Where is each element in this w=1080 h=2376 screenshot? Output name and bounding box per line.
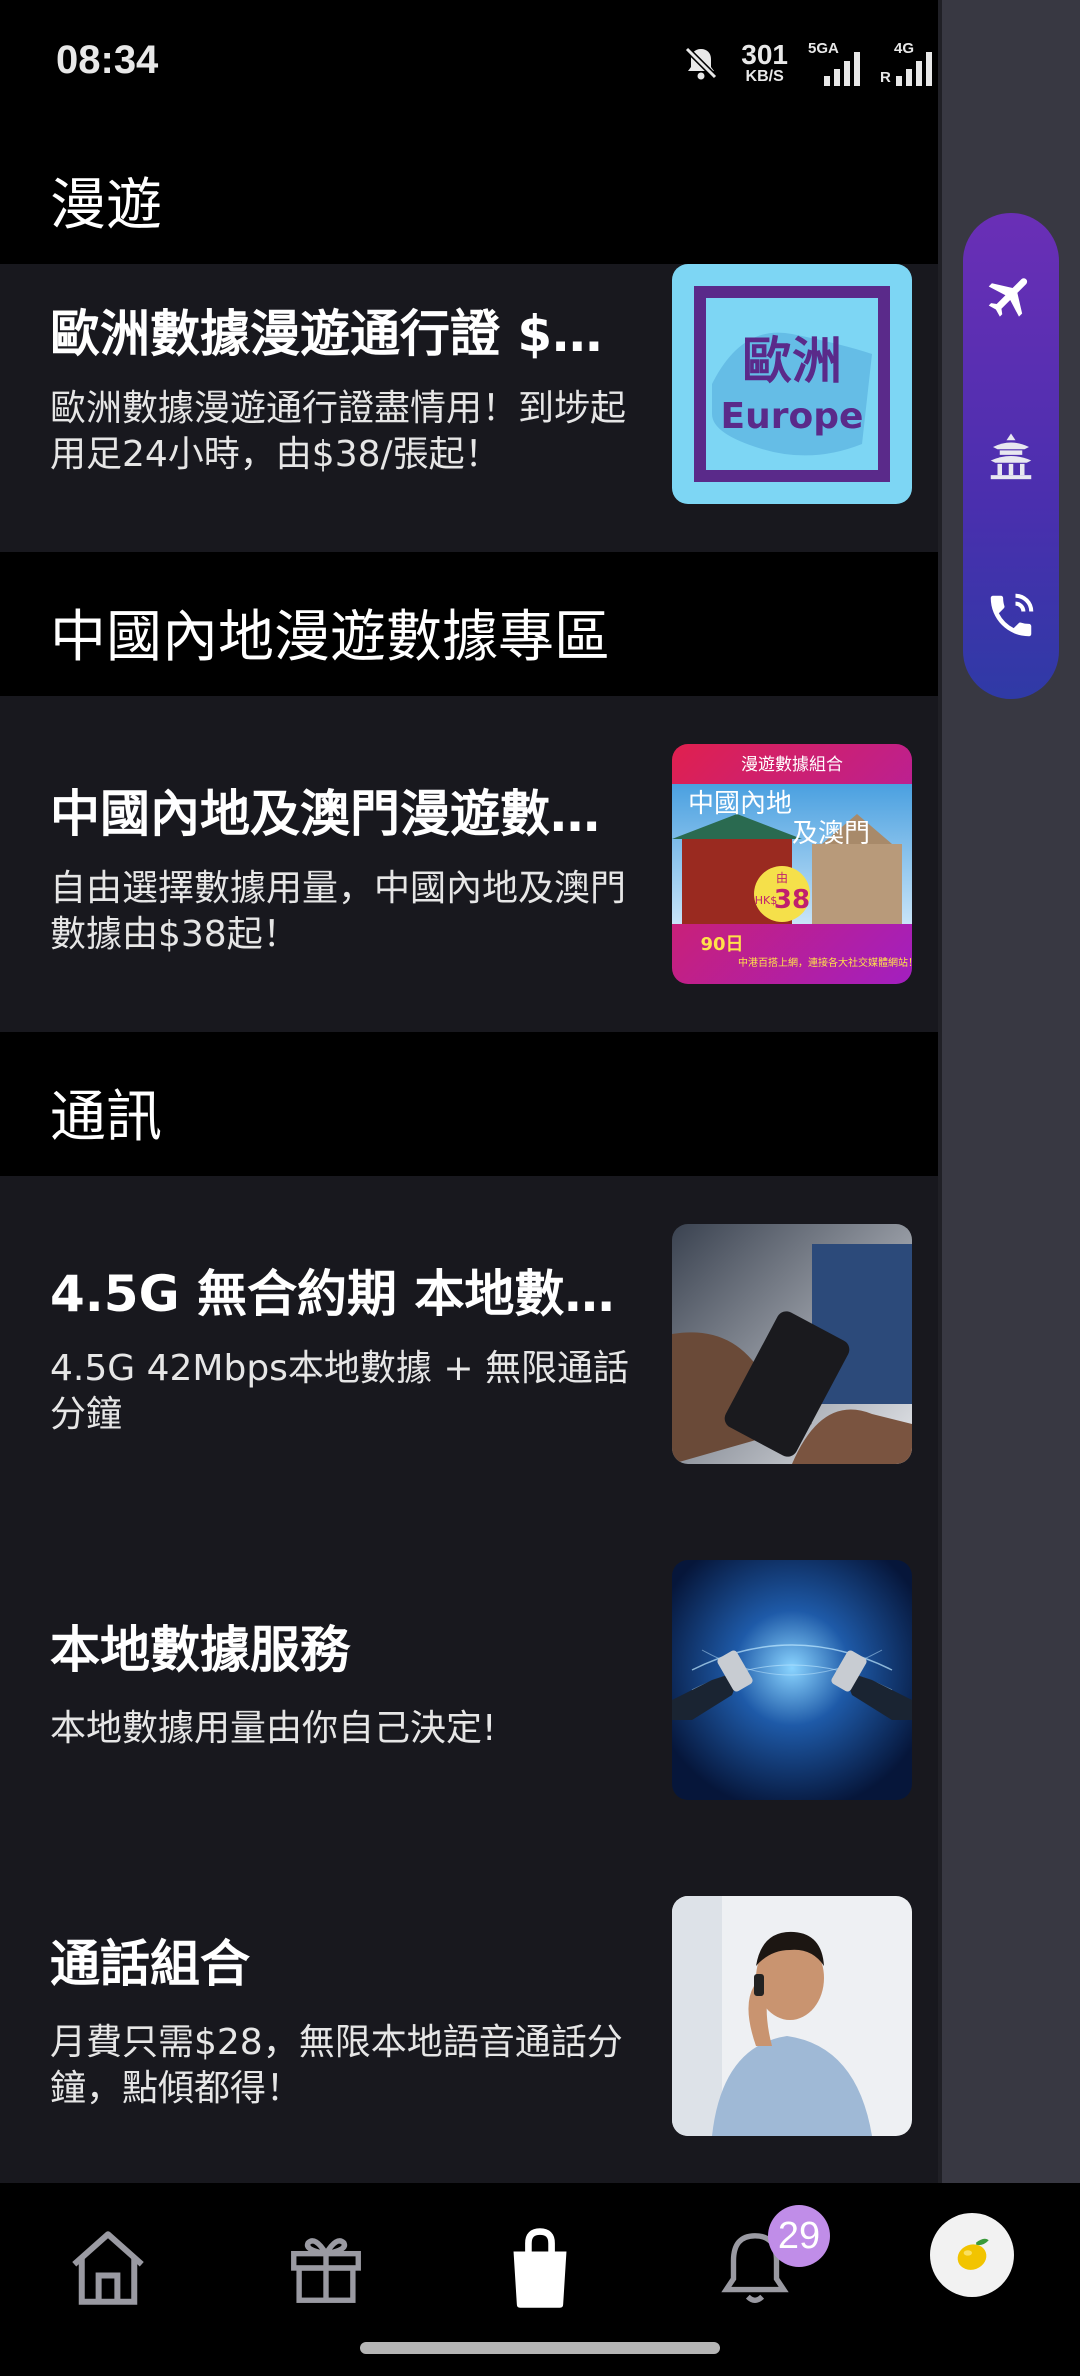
card-description: 本地數據用量由你自己決定!	[50, 1708, 497, 1749]
mute-bell-icon	[685, 46, 718, 80]
mainland-thumbnail: 漫遊數據組合 中國內地 及澳門 由 HK$ 38 90日 中港百搭上網，連接各大…	[672, 744, 912, 984]
shopping-bag-icon	[513, 2228, 567, 2308]
image-price: 38	[774, 885, 810, 915]
avatar[interactable]	[930, 2213, 1014, 2297]
status-time: 08:34	[56, 38, 159, 82]
europe-thumbnail: 歐洲 Europe	[672, 264, 912, 504]
man-on-phone-thumbnail	[672, 1896, 912, 2136]
call-button[interactable]	[963, 571, 1059, 661]
phone-hand-thumbnail	[672, 1224, 912, 1464]
card-title: 歐洲數據漫遊通行證 $38起	[50, 305, 630, 363]
roaming-label: R	[880, 69, 891, 86]
home-icon	[72, 2231, 144, 2305]
status-bar: 08:34 301 KB/S 5GA 4G R	[0, 0, 1080, 128]
net-speed-unit: KB/S	[745, 68, 784, 85]
card-description: 自由選擇數據用量，中國內地及澳門數據由$38起！	[50, 868, 627, 955]
mainland-button[interactable]	[963, 411, 1059, 501]
card-title: 本地數據服務	[50, 1621, 350, 1679]
nav-home[interactable]	[48, 2213, 168, 2323]
quick-action-bar	[963, 213, 1059, 699]
card-description: 月費只需$28，無限本地語音通話分鐘，點傾都得！	[50, 2022, 623, 2109]
section-title: 通訊	[50, 1085, 162, 1150]
image-line2: 及澳門	[792, 819, 870, 849]
section-title: 漫遊	[50, 173, 162, 238]
pagoda-icon	[990, 433, 1032, 480]
section-header-mainland: 中國內地漫遊數據專區	[0, 552, 938, 696]
card-title: 中國內地及澳門漫遊數據組合	[50, 785, 630, 843]
airplane-button[interactable]	[963, 251, 1059, 341]
section-header-comms: 通訊	[0, 1032, 938, 1176]
card-description: 歐洲數據漫遊通行證盡情用！到埗起用足24小時，由$38/張起！	[50, 388, 627, 475]
image-line1: 中國內地	[688, 789, 792, 819]
signal-icon: 4G R	[880, 40, 932, 86]
signal-icon: 5GA	[808, 40, 860, 86]
image-label-zh: 歐洲	[742, 332, 842, 390]
image-days: 90日	[700, 934, 743, 955]
card-title: 4.5G 無合約期 本地數據計劃	[50, 1265, 630, 1323]
image-note: 中港百搭上網，連接各大社交媒體網站！	[738, 956, 912, 969]
section-header-roaming: 漫遊	[0, 128, 938, 264]
lemon-icon	[957, 2238, 989, 2270]
section-title: 中國內地漫遊數據專區	[50, 605, 610, 670]
airplane-icon	[988, 278, 1028, 317]
gift-icon	[291, 2238, 361, 2303]
phone-call-icon	[990, 593, 1034, 637]
nav-rewards[interactable]	[266, 2213, 386, 2323]
nav-shop[interactable]	[480, 2213, 600, 2323]
card-title: 通話組合	[50, 1935, 250, 1993]
net-speed-value: 301	[741, 39, 788, 70]
image-banner: 漫遊數據組合	[741, 755, 843, 775]
image-from: 由	[776, 871, 788, 885]
notification-badge: 29	[768, 2205, 830, 2267]
image-label-en: Europe	[721, 396, 864, 437]
net-speed: 301 KB/S	[741, 41, 788, 85]
home-indicator[interactable]	[360, 2342, 720, 2354]
card-description: 4.5G 42Mbps本地數據 + 無限通話分鐘	[50, 1348, 629, 1435]
network-thumbnail	[672, 1560, 912, 1800]
